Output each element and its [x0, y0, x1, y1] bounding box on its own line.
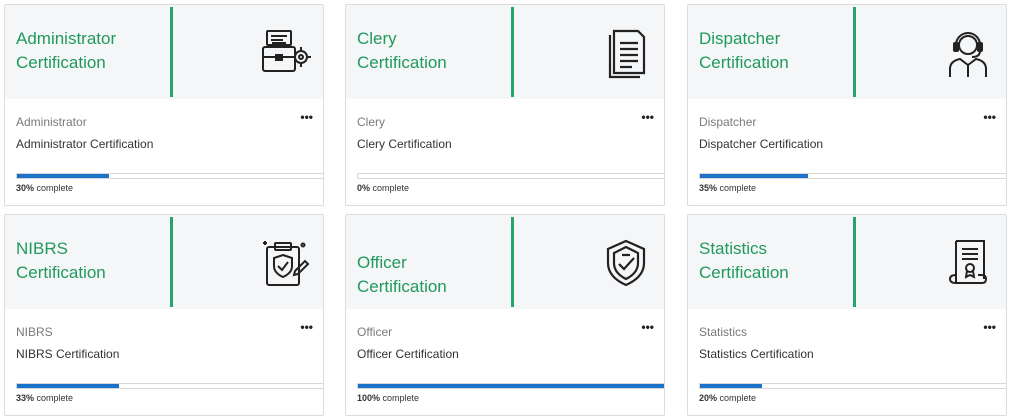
card-title: Statistics Certification	[699, 239, 789, 282]
progress-suffix: complete	[717, 393, 757, 403]
card-menu-button[interactable]: •••	[983, 111, 996, 123]
clipboard-shield-icon	[259, 237, 311, 289]
card-header: Dispatcher Certification	[688, 5, 1006, 99]
progress-bar	[16, 173, 323, 179]
card-title: Clery Certification	[357, 29, 447, 72]
progress-value: 0%	[357, 183, 371, 193]
card-menu-button[interactable]: •••	[641, 111, 654, 123]
progress-bar	[699, 383, 1006, 389]
progress-label: 30% complete	[16, 183, 73, 193]
progress-value: 100%	[357, 393, 381, 403]
card-description: Clery Certification	[357, 137, 452, 151]
progress-bar	[357, 383, 664, 389]
progress-label: 33% complete	[16, 393, 73, 403]
card-header: NIBRS Certification	[5, 215, 323, 309]
card-title: Officer Certification	[357, 253, 447, 296]
card-description: Officer Certification	[357, 347, 459, 361]
card-subtitle: Dispatcher	[699, 115, 757, 129]
card-menu-button[interactable]: •••	[641, 321, 654, 333]
progress-label: 0% complete	[357, 183, 409, 193]
progress-fill	[700, 384, 762, 388]
card-subtitle: Officer	[357, 325, 393, 339]
card-officer-certification[interactable]: Officer Certification ••• Officer Office…	[345, 214, 665, 416]
card-administrator-certification[interactable]: Administrator Certification ••• Administ…	[4, 4, 324, 206]
progress-suffix: complete	[34, 393, 74, 403]
accent-divider	[511, 217, 514, 307]
card-header: Administrator Certification	[5, 5, 323, 99]
progress-bar	[16, 383, 323, 389]
progress-bar	[357, 173, 664, 179]
card-header: Clery Certification	[346, 5, 664, 99]
card-header: Statistics Certification	[688, 215, 1006, 309]
card-title: Administrator Certification	[16, 29, 117, 72]
briefcase-gear-icon	[259, 27, 311, 79]
progress-suffix: complete	[34, 183, 74, 193]
progress-value: 30%	[16, 183, 35, 193]
progress-value: 20%	[699, 393, 718, 403]
progress-label: 35% complete	[699, 183, 756, 193]
accent-divider	[853, 217, 856, 307]
progress-label: 100% complete	[357, 393, 419, 403]
card-subtitle: Administrator	[16, 115, 87, 129]
progress-suffix: complete	[370, 183, 410, 193]
card-title: Dispatcher Certification	[699, 29, 789, 72]
progress-fill	[17, 384, 119, 388]
progress-bar	[699, 173, 1006, 179]
document-icon	[600, 27, 652, 79]
card-header: Officer Certification	[346, 215, 664, 309]
card-menu-button[interactable]: •••	[300, 111, 313, 123]
accent-divider	[170, 217, 173, 307]
progress-value: 33%	[16, 393, 35, 403]
card-nibrs-certification[interactable]: NIBRS Certification ••• NIBRS NIBRS Cert…	[4, 214, 324, 416]
progress-value: 35%	[699, 183, 718, 193]
card-menu-button[interactable]: •••	[300, 321, 313, 333]
progress-suffix: complete	[717, 183, 757, 193]
accent-divider	[511, 7, 514, 97]
card-clery-certification[interactable]: Clery Certification ••• Clery Clery Cert…	[345, 4, 665, 206]
card-subtitle: Statistics	[699, 325, 748, 339]
card-description: Statistics Certification	[699, 347, 814, 361]
progress-fill	[17, 174, 110, 178]
badge-shield-icon	[600, 237, 652, 289]
card-statistics-certification[interactable]: Statistics Certification ••• Statistics …	[687, 214, 1007, 416]
card-title: NIBRS Certification	[16, 239, 106, 282]
card-dispatcher-certification[interactable]: Dispatcher Certification ••• Dispatcher …	[687, 4, 1007, 206]
card-description: NIBRS Certification	[16, 347, 120, 361]
card-menu-button[interactable]: •••	[983, 321, 996, 333]
card-subtitle: NIBRS	[16, 325, 53, 339]
accent-divider	[853, 7, 856, 97]
card-subtitle: Clery	[357, 115, 386, 129]
headset-operator-icon	[942, 27, 994, 79]
progress-fill	[358, 384, 664, 388]
progress-suffix: complete	[380, 393, 420, 403]
card-description: Dispatcher Certification	[699, 137, 824, 151]
progress-label: 20% complete	[699, 393, 756, 403]
card-description: Administrator Certification	[16, 137, 154, 151]
accent-divider	[170, 7, 173, 97]
certificate-scroll-icon	[942, 237, 994, 289]
progress-fill	[700, 174, 808, 178]
